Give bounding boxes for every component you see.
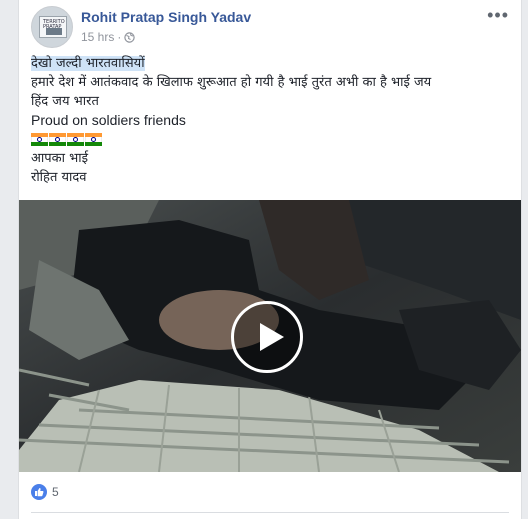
india-flag-icon [67, 133, 84, 146]
avatar[interactable]: TERRITO PRATAP [31, 6, 73, 48]
author-name[interactable]: Rohit Pratap Singh Yadav [81, 9, 251, 25]
post-line: हिंद जय भारत [31, 94, 99, 109]
post-line: देखो जल्दी भारतवासियों [31, 54, 501, 73]
india-flag-icon [31, 133, 48, 146]
meta-separator: · [117, 30, 122, 44]
avatar-image: TERRITO PRATAP [39, 16, 67, 38]
post-line: रोहित यादव [31, 170, 87, 185]
india-flag-icon [85, 133, 102, 146]
reaction-count[interactable]: 5 [52, 485, 59, 499]
reactions-bar[interactable]: 5 [31, 484, 59, 500]
post-header: TERRITO PRATAP Rohit Pratap Singh Yadav … [31, 6, 509, 50]
play-icon[interactable] [231, 301, 303, 373]
post-line: Proud on soldiers friends [31, 112, 186, 128]
highlighted-text: देखो जल्दी भारतवासियों [31, 56, 145, 71]
post-text: देखो जल्दी भारतवासियों हमारे देश में आतं… [31, 54, 501, 187]
globe-icon[interactable] [124, 31, 136, 43]
post-card: TERRITO PRATAP Rohit Pratap Singh Yadav … [18, 0, 522, 519]
like-icon [31, 484, 47, 500]
post-line: आपका भाई [31, 151, 89, 166]
post-line: हमारे देश में आतंकवाद के खिलाफ शुरूआत हो… [31, 75, 432, 90]
video-player[interactable] [19, 200, 521, 472]
india-flag-emojis [31, 130, 501, 149]
post-meta: 15 hrs · [81, 30, 136, 44]
post-time[interactable]: 15 hrs [81, 30, 114, 44]
divider [31, 512, 509, 513]
more-options-icon[interactable]: ••• [487, 6, 509, 24]
india-flag-icon [49, 133, 66, 146]
